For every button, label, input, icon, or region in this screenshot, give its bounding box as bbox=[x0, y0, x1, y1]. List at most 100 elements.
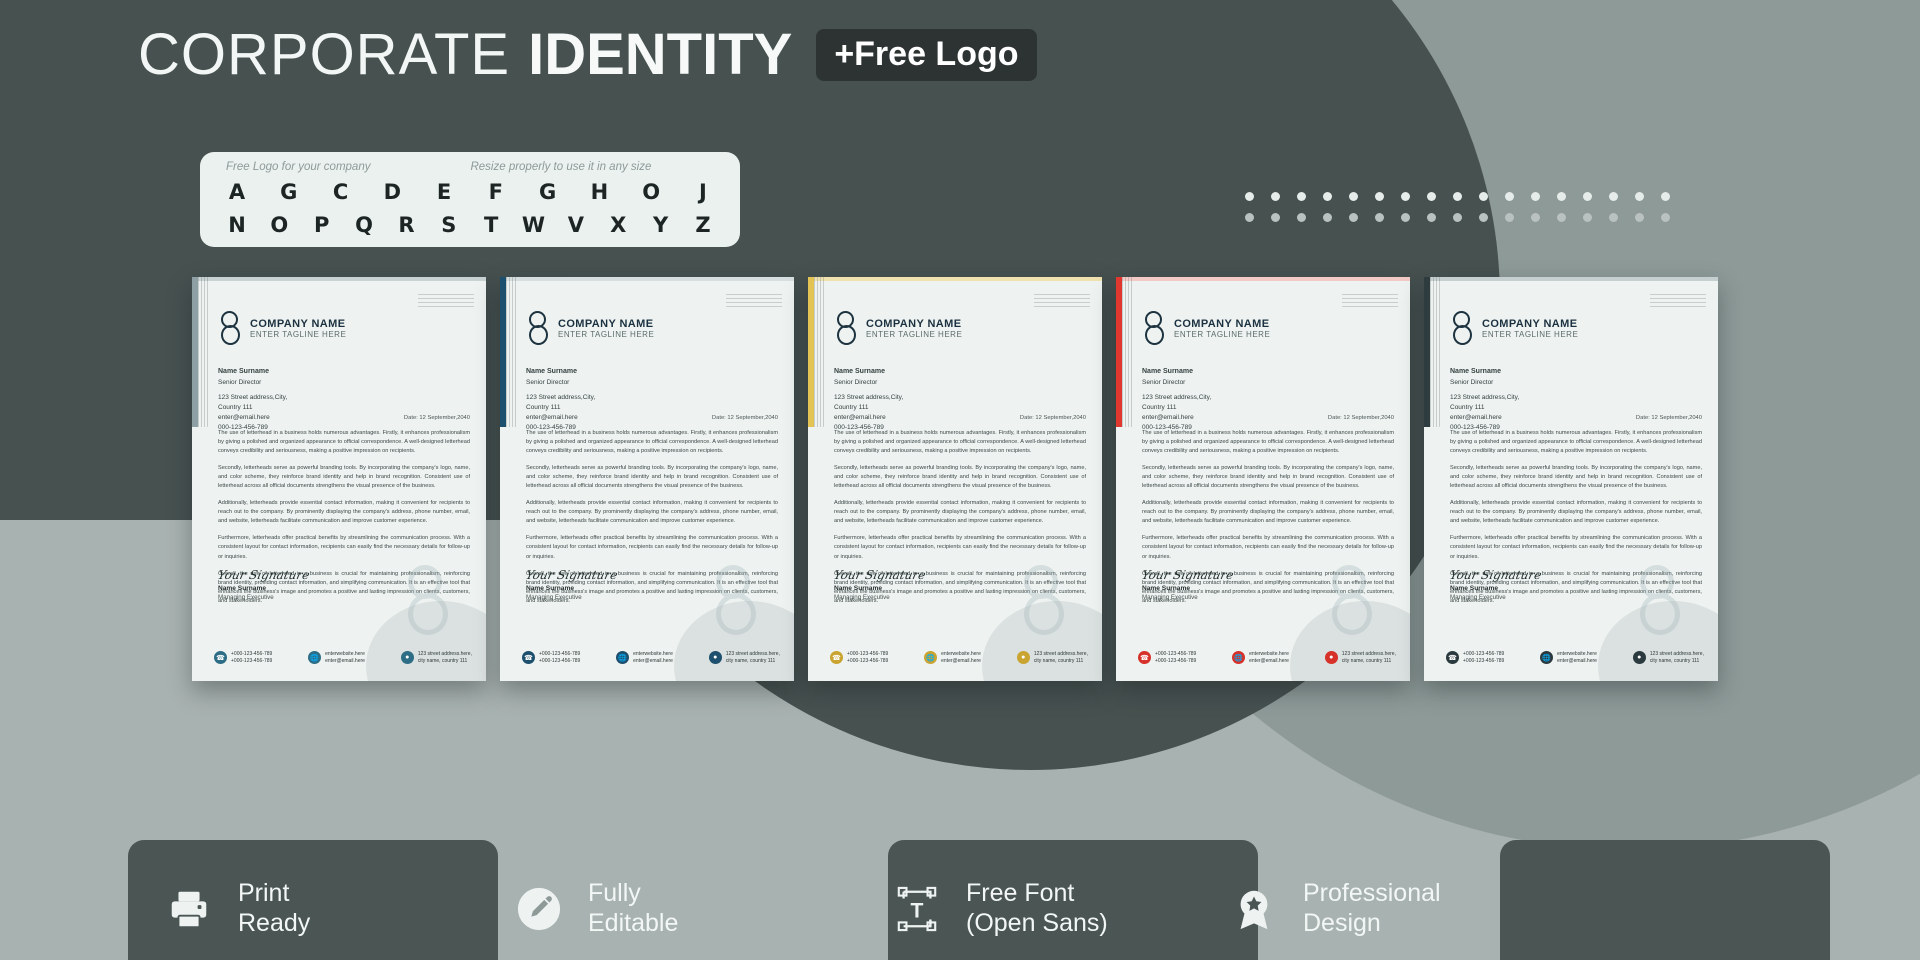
feature-label-line2: (Open Sans) bbox=[966, 908, 1108, 937]
sheet-date: Date: 12 September,2040 bbox=[1019, 415, 1086, 421]
company-logo-icon bbox=[834, 311, 860, 347]
recipient-name: Name Surname bbox=[1450, 368, 1501, 375]
logo-mark-g-6[interactable]: G bbox=[533, 179, 563, 206]
sheet-signature-block: Your Signature Name Surname Managing Exe… bbox=[525, 568, 619, 603]
sheet-company-tagline: ENTER TAGLINE HERE bbox=[1482, 329, 1579, 339]
location-pin-icon: ● bbox=[400, 651, 414, 665]
recipient-name: Name Surname bbox=[1142, 368, 1193, 375]
logo-mark-s-5[interactable]: S bbox=[434, 212, 464, 239]
pencil-icon bbox=[510, 880, 568, 938]
logo-mark-a-0[interactable]: A bbox=[222, 179, 252, 206]
logo-mark-f-5[interactable]: F bbox=[481, 179, 511, 206]
contact-phone[interactable]: ☎ +000-123-456-789 +000-123-456-789 bbox=[522, 651, 580, 666]
sheet-top-accent-bar bbox=[192, 277, 486, 281]
feature-label-line2: Ready bbox=[238, 908, 311, 937]
contact-phone[interactable]: ☎ +000-123-456-789 +000-123-456-789 bbox=[1138, 651, 1196, 666]
contact-phone[interactable]: ☎ +000-123-456-789 +000-123-456-789 bbox=[214, 651, 272, 666]
body-paragraph-3: Additionally, letterheads provide essent… bbox=[526, 500, 778, 525]
letterhead-sheet-slate[interactable]: COMPANY NAME ENTER TAGLINE HERE Name Sur… bbox=[1424, 277, 1718, 681]
recipient-email: enter@email.here bbox=[218, 414, 270, 422]
contact-address[interactable]: ● 123 street address.here, city name, cou… bbox=[1016, 651, 1088, 666]
logo-mark-q-3[interactable]: Q bbox=[349, 212, 379, 239]
phone-icon: ☎ bbox=[522, 651, 535, 665]
sheet-recipient-block: Name Surname Senior Director 123 Street … bbox=[218, 367, 287, 433]
dot bbox=[1427, 192, 1436, 201]
logo-mark-v-8[interactable]: V bbox=[561, 212, 591, 239]
dot bbox=[1505, 213, 1514, 222]
contact-address[interactable]: ● 123 street address.here, city name, cou… bbox=[400, 651, 472, 666]
contact-phone[interactable]: ☎ +000-123-456-789 +000-123-456-789 bbox=[830, 651, 888, 666]
signature-name: Name Surname bbox=[526, 585, 575, 593]
sheet-brand-lockup: COMPANY NAME ENTER TAGLINE HERE bbox=[1450, 311, 1578, 347]
body-paragraph-1: The use of letterhead in a business hold… bbox=[834, 430, 1086, 455]
logo-mark-r-4[interactable]: R bbox=[391, 212, 421, 239]
body-paragraph-4: Furthermore, letterheads offer practical… bbox=[526, 535, 778, 560]
logo-mark-e-4[interactable]: E bbox=[429, 179, 459, 206]
logo-mark-o-8[interactable]: O bbox=[636, 179, 666, 206]
letterhead-sheet-navy[interactable]: COMPANY NAME ENTER TAGLINE HERE Name Sur… bbox=[500, 277, 794, 681]
logo-mark-c-2[interactable]: C bbox=[326, 179, 356, 206]
recipient-address-line2: Country 111 bbox=[218, 403, 253, 411]
logo-mark-g-1[interactable]: G bbox=[274, 179, 304, 206]
body-paragraph-4: Furthermore, letterheads offer practical… bbox=[1142, 535, 1394, 560]
logo-mark-d-3[interactable]: D bbox=[377, 179, 407, 206]
feature-bar: Print Ready Fully Editable T Free Font (… bbox=[0, 840, 1920, 960]
dot bbox=[1323, 192, 1332, 201]
body-paragraph-2: Secondly, letterheads serve as powerful … bbox=[526, 465, 778, 490]
sheet-recipient-block: Name Surname Senior Director 123 Street … bbox=[1142, 367, 1211, 433]
dot bbox=[1531, 192, 1540, 201]
contact-address[interactable]: ● 123 street address.here, city name, cou… bbox=[1632, 651, 1704, 666]
phone-icon: ☎ bbox=[1446, 651, 1459, 665]
letterhead-sheet-gray[interactable]: COMPANY NAME ENTER TAGLINE HERE Name Sur… bbox=[192, 277, 486, 681]
title-word-identity: IDENTITY bbox=[528, 22, 793, 87]
dot bbox=[1479, 213, 1488, 222]
logo-mark-w-7[interactable]: W bbox=[519, 212, 549, 239]
contact-phone[interactable]: ☎ +000-123-456-789 +000-123-456-789 bbox=[1446, 651, 1504, 666]
contact-phone-text: +000-123-456-789 +000-123-456-789 bbox=[231, 650, 273, 664]
recipient-role: Senior Director bbox=[526, 378, 570, 386]
logo-mark-y-10[interactable]: Y bbox=[646, 212, 676, 239]
sheet-top-accent-bar bbox=[1424, 277, 1718, 281]
text-font-icon: T bbox=[888, 880, 946, 938]
dot-row-light bbox=[1245, 192, 1670, 201]
logo-mark-z-11[interactable]: Z bbox=[688, 212, 718, 239]
sheet-recipient-block: Name Surname Senior Director 123 Street … bbox=[834, 367, 903, 433]
logo-panel-caption-left: Free Logo for your company bbox=[226, 161, 371, 173]
feature-label-line1: Free Font bbox=[966, 879, 1075, 907]
recipient-address-line1: 123 Street address,City, bbox=[1142, 393, 1212, 401]
feature-label-line1: Fully bbox=[588, 879, 641, 907]
logo-mark-n-0[interactable]: N bbox=[222, 212, 252, 239]
logo-mark-p-2[interactable]: P bbox=[307, 212, 337, 239]
contact-address[interactable]: ● 123 street address.here, city name, cou… bbox=[1324, 651, 1396, 666]
contact-web[interactable]: 🌐 enterwebsite.here enter@email.here bbox=[1540, 651, 1597, 666]
logo-mark-t-6[interactable]: T bbox=[476, 212, 506, 239]
logo-mark-j-9[interactable]: J bbox=[688, 179, 718, 206]
body-paragraph-3: Additionally, letterheads provide essent… bbox=[834, 500, 1086, 525]
feature-label-line2: Design bbox=[1303, 908, 1381, 937]
sheet-left-line-texture bbox=[198, 277, 210, 427]
sheet-brand-lockup: COMPANY NAME ENTER TAGLINE HERE bbox=[218, 311, 346, 347]
contact-web[interactable]: 🌐 enterwebsite.here enter@email.here bbox=[1232, 651, 1289, 666]
dot bbox=[1505, 192, 1514, 201]
letterhead-sheet-red[interactable]: COMPANY NAME ENTER TAGLINE HERE Name Sur… bbox=[1116, 277, 1410, 681]
sheet-date: Date: 12 September,2040 bbox=[403, 415, 470, 421]
letterhead-sheet-gold[interactable]: COMPANY NAME ENTER TAGLINE HERE Name Sur… bbox=[808, 277, 1102, 681]
phone-icon: ☎ bbox=[214, 651, 227, 665]
feature-label-line2: Editable bbox=[588, 908, 679, 937]
feature-label-line1: Print bbox=[238, 879, 290, 907]
logo-mark-x-9[interactable]: X bbox=[603, 212, 633, 239]
dot bbox=[1583, 213, 1592, 222]
logo-mark-o-1[interactable]: O bbox=[264, 212, 294, 239]
company-logo-icon bbox=[1142, 311, 1168, 347]
logo-mark-h-7[interactable]: H bbox=[584, 179, 614, 206]
contact-web[interactable]: 🌐 enterwebsite.here enter@email.here bbox=[616, 651, 673, 666]
phone-icon: ☎ bbox=[1138, 651, 1151, 665]
sheet-brand-lockup: COMPANY NAME ENTER TAGLINE HERE bbox=[834, 311, 962, 347]
contact-address[interactable]: ● 123 street address.here, city name, cou… bbox=[708, 651, 780, 666]
dot bbox=[1375, 192, 1384, 201]
contact-web[interactable]: 🌐 enterwebsite.here enter@email.here bbox=[308, 651, 365, 666]
contact-web[interactable]: 🌐 enterwebsite.here enter@email.here bbox=[924, 651, 981, 666]
contact-web-text: enterwebsite.here enter@email.here bbox=[633, 650, 673, 664]
sheet-company-name: COMPANY NAME bbox=[1482, 317, 1578, 330]
recipient-address-line1: 123 Street address,City, bbox=[1450, 393, 1520, 401]
